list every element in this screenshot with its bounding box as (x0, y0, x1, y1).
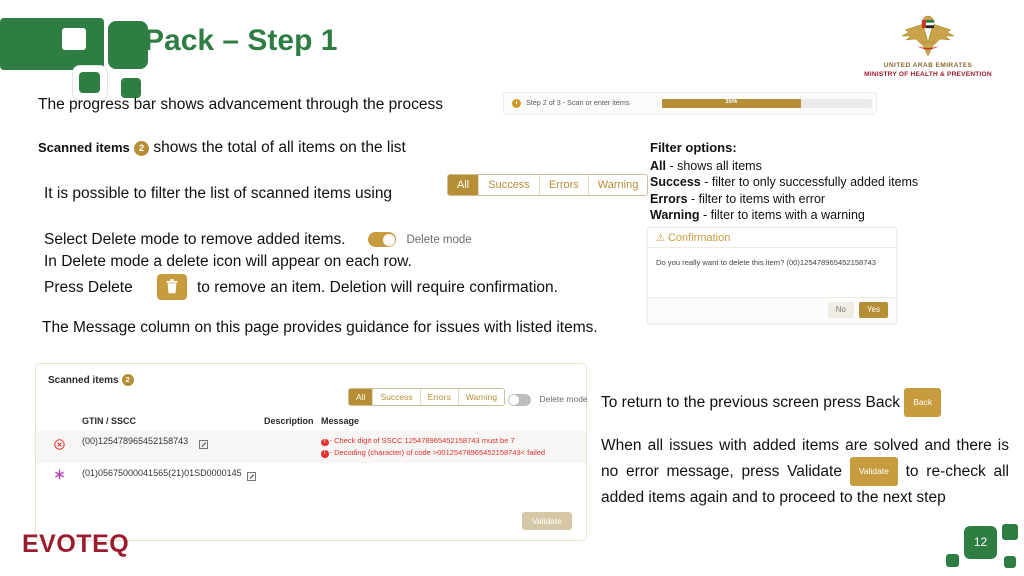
table-row[interactable]: (00)125478965452158743 ! - Check digit of… (36, 431, 586, 463)
progress-fill: 35% (662, 99, 801, 108)
logo-bar (0, 18, 104, 70)
panel-filter-button-group[interactable]: All Success Errors Warning (348, 388, 506, 406)
text-delete-mode-3a: Press Delete (44, 279, 133, 296)
trash-icon (166, 279, 178, 294)
error-status-icon (54, 437, 65, 455)
row-code: (00)125478965452158743 (82, 436, 189, 446)
panel-filter-button-all[interactable]: All (349, 389, 374, 405)
text-filter-list: It is possible to filter the list of sca… (44, 185, 393, 202)
scanned-items-rest: shows the total of all items on the list (153, 139, 406, 156)
green-squares-logo (0, 18, 158, 101)
mohap-line-1: UNITED ARAB EMIRATES (883, 62, 973, 69)
text-delete-mode-1-label: Select Delete mode to remove added items… (44, 231, 346, 248)
confirmation-footer: No Yes (648, 297, 896, 323)
confirmation-no-button[interactable]: No (827, 302, 854, 318)
confirmation-message: Do you really want to delete this item? … (656, 258, 876, 267)
confirmation-dialog: ⚠ Confirmation Do you really want to dele… (647, 227, 897, 324)
row-messages: ! - Check digit of SSCC 12547896545215874… (321, 435, 545, 458)
page-number-square-2 (946, 554, 959, 567)
progress-percent-label: 35% (725, 99, 738, 106)
filter-button-warning[interactable]: Warning (588, 175, 648, 195)
filter-options-title: Filter options: (650, 140, 737, 155)
filter-button-all[interactable]: All (448, 175, 480, 195)
delete-mode-toggle-label: Delete mode (406, 234, 472, 246)
panel-scanned-items-count: 2 (121, 374, 134, 386)
filter-option-errors: Errors - filter to items with error (650, 191, 826, 206)
panel-filter-button-errors[interactable]: Errors (420, 389, 459, 405)
scanned-items-label: Scanned items (38, 140, 130, 155)
logo-white-square-small (62, 28, 86, 50)
confirmation-title: Confirmation (667, 232, 731, 244)
text-back-instruction: To return to the previous screen press B… (601, 388, 1011, 417)
page-number-square-1 (1002, 524, 1018, 540)
filter-option-success: Success - filter to only successfully ad… (650, 175, 919, 189)
error-dot-icon: ! (321, 438, 329, 446)
filter-button-group-callout[interactable]: All Success Errors Warning (447, 174, 649, 196)
panel-delete-mode-toggle[interactable] (508, 394, 531, 406)
confirmation-yes-button[interactable]: Yes (858, 302, 888, 318)
scanned-items-count-badge: 2 (134, 141, 150, 156)
page-number-badge: 12 (944, 518, 1024, 576)
edit-icon[interactable] (199, 436, 208, 449)
panel-filter-button-warning[interactable]: Warning (458, 389, 505, 405)
back-button-callout[interactable]: Back (904, 388, 942, 417)
logo-green-square-large (108, 21, 148, 69)
panel-scanned-items-title: Scanned items 2 (48, 374, 134, 386)
panel-delete-mode-label: Delete mode (539, 394, 588, 404)
page-title: Pack – Step 1 (144, 24, 338, 57)
text-delete-mode-2: In Delete mode a delete icon will appear… (44, 253, 412, 270)
row-code: (01)05675000041565(21)01SD0000145 (82, 468, 242, 478)
slide-root: Pack – Step 1 UNITED ARAB EMIRATES MINIS… (0, 0, 1024, 576)
text-progress-bar: The progress bar shows advancement throu… (38, 96, 443, 113)
delete-button-callout[interactable] (157, 274, 187, 300)
filter-option-all: All - shows all items (650, 158, 762, 173)
text-scanned-items: Scanned items 2 shows the total of all i… (38, 137, 406, 158)
text-back-before: To return to the previous screen press B… (601, 394, 900, 411)
warning-triangle-icon: ⚠ (656, 233, 665, 244)
panel-delete-mode-control[interactable]: Delete mode (508, 390, 588, 408)
error-dot-icon: ! (321, 450, 329, 458)
filter-button-errors[interactable]: Errors (539, 175, 589, 195)
filter-options-legend: Filter options: All - shows all items Su… (650, 140, 918, 224)
column-header-gtin: GTIN / SSCC (82, 416, 137, 426)
mohap-logo: UNITED ARAB EMIRATES MINISTRY OF HEALTH … (848, 12, 1008, 79)
panel-table-header: GTIN / SSCC Description Message (36, 413, 586, 432)
row-message-2: ! - Decoding (character) of code >0012547… (321, 447, 545, 459)
page-number-square-3 (1004, 556, 1016, 568)
text-delete-mode-3b: to remove an item. Deletion will require… (197, 279, 558, 296)
validate-button-callout[interactable]: Validate (849, 457, 898, 486)
panel-filter-button-success[interactable]: Success (373, 389, 421, 405)
column-header-description: Description (264, 416, 314, 426)
filter-button-success[interactable]: Success (479, 175, 540, 195)
uae-falcon-emblem-icon (899, 12, 957, 58)
delete-mode-toggle-callout[interactable] (368, 232, 397, 247)
row-message-1: ! - Check digit of SSCC 12547896545215874… (321, 435, 545, 447)
table-row[interactable]: (01)05675000041565(21)01SD0000145 (36, 463, 586, 485)
confirmation-header: ⚠ Confirmation (648, 228, 896, 248)
text-message-column: The Message column on this page provides… (42, 319, 598, 336)
evoteq-logo: EVOTEQ (22, 530, 130, 558)
clock-icon (512, 99, 521, 108)
page-number-value: 12 (964, 526, 997, 559)
edit-icon[interactable] (247, 468, 256, 481)
mohap-line-2: MINISTRY OF HEALTH & PREVENTION (864, 71, 992, 78)
panel-validate-button[interactable]: Validate (521, 512, 572, 530)
text-delete-mode-1: Select Delete mode to remove added items… (44, 229, 472, 251)
progress-bar-widget: Step 2 of 3 - Scan or enter items 35% (503, 92, 877, 115)
column-header-message: Message (321, 416, 360, 426)
progress-track: 35% (662, 99, 872, 108)
new-item-asterisk-icon (54, 467, 65, 485)
filter-option-warning: Warning - filter to items with a warning (650, 208, 865, 222)
progress-step-label: Step 2 of 3 - Scan or enter items (526, 98, 630, 107)
text-validate-instruction: When all issues with added items are sol… (601, 434, 1009, 509)
